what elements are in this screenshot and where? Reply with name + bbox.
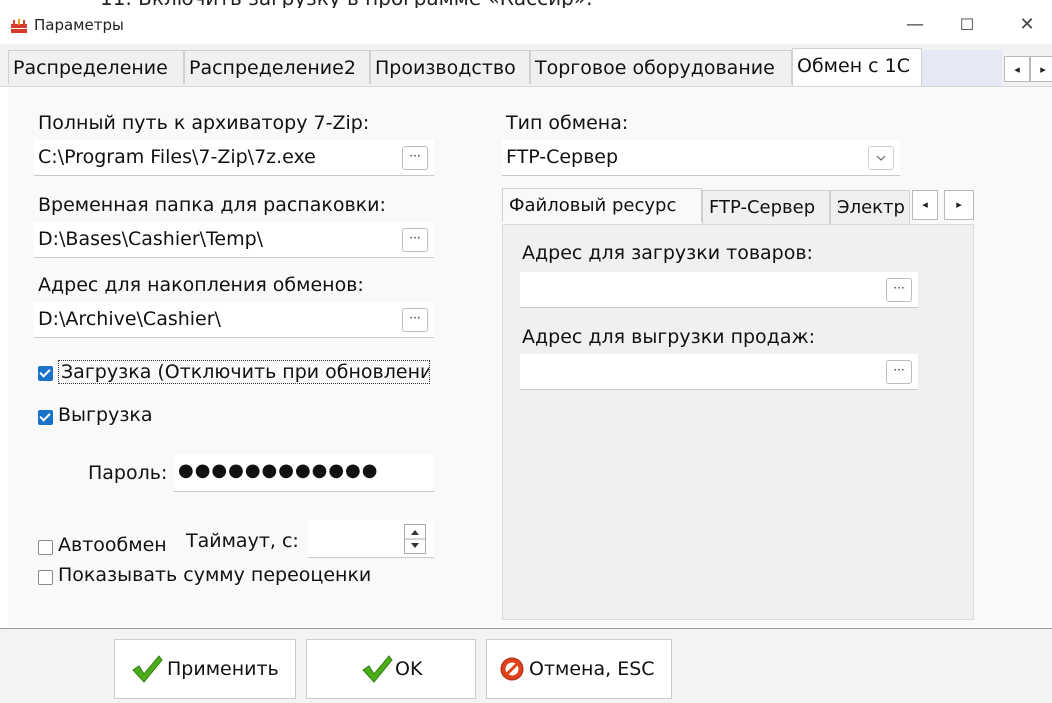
password-label: Пароль: <box>88 462 168 484</box>
archiver-path-value: C:\Program Files\7-Zip\7z.exe <box>38 146 316 168</box>
tab-scroll-right-icon[interactable]: ▸ <box>1030 56 1052 82</box>
sales-address-field[interactable]: ··· <box>520 354 918 390</box>
show-revaluation-checkbox[interactable] <box>38 570 53 585</box>
apply-button-label: Применить <box>167 658 279 680</box>
title-bar: Параметры — ☐ ✕ <box>0 8 1052 44</box>
unload-checkbox-label[interactable]: Выгрузка <box>58 404 153 426</box>
tab-bar-filler <box>922 50 1002 86</box>
timeout-spinner[interactable] <box>404 524 426 554</box>
cancel-button[interactable]: Отмена, ESC <box>486 639 672 699</box>
temp-folder-label: Временная папка для распаковки: <box>38 194 386 216</box>
archiver-browse-button[interactable]: ··· <box>402 146 428 170</box>
load-checkbox-label[interactable]: Загрузка (Отключить при обновлени <box>58 360 430 384</box>
green-check-icon <box>362 655 393 683</box>
exchange-type-label: Тип обмена: <box>506 112 629 134</box>
apply-button[interactable]: Применить <box>114 639 296 699</box>
tab-bar: Распределение Распределение2 Производств… <box>0 44 1052 87</box>
autoexchange-checkbox[interactable] <box>38 540 53 555</box>
tab-exchange-1c[interactable]: Обмен с 1С <box>792 48 922 86</box>
subtab-file-resource[interactable]: Файловый ресурс <box>502 188 702 222</box>
goods-address-field[interactable]: ··· <box>520 272 918 308</box>
tab-distribution2[interactable]: Распределение2 <box>184 50 370 84</box>
tab-production[interactable]: Производство <box>370 50 530 84</box>
button-bar: Применить OK Отмена, ESC <box>0 628 1052 703</box>
ok-button[interactable]: OK <box>306 639 476 699</box>
tab-distribution[interactable]: Распределение <box>8 50 184 84</box>
show-revaluation-label[interactable]: Показывать сумму переоценки <box>58 564 371 586</box>
exchange-type-dropdown-button[interactable] <box>868 146 894 170</box>
password-field[interactable]: ●●●●●●●●●●●● <box>174 454 434 492</box>
goods-address-label: Адрес для загрузки товаров: <box>522 242 813 264</box>
window-title: Параметры <box>34 16 124 34</box>
cancel-button-label: Отмена, ESC <box>529 658 655 680</box>
minimize-button[interactable]: — <box>892 10 938 40</box>
close-button[interactable]: ✕ <box>1004 10 1050 40</box>
chevron-down-icon <box>876 155 886 161</box>
archiver-path-label: Полный путь к архиватору 7-Zip: <box>38 112 370 134</box>
sales-browse-button[interactable]: ··· <box>886 360 912 384</box>
subtab-ftp-server[interactable]: FTP-Сервер <box>702 190 830 224</box>
green-check-icon <box>132 655 163 683</box>
autoexchange-label[interactable]: Автообмен <box>58 534 167 556</box>
temp-folder-field[interactable]: D:\Bases\Cashier\Temp\ ··· <box>34 222 434 258</box>
temp-browse-button[interactable]: ··· <box>402 228 428 252</box>
maximize-button[interactable]: ☐ <box>944 10 990 40</box>
password-value: ●●●●●●●●●●●● <box>178 460 379 481</box>
tab-trade-equipment[interactable]: Торговое оборудование <box>530 50 792 84</box>
temp-folder-value: D:\Bases\Cashier\Temp\ <box>38 228 264 250</box>
sales-address-label: Адрес для выгрузки продаж: <box>522 326 815 348</box>
exchange-type-value: FTP-Сервер <box>506 146 619 168</box>
goods-browse-button[interactable]: ··· <box>886 278 912 302</box>
tab-scroll-left-icon[interactable]: ◂ <box>1004 56 1030 82</box>
document-caption: 11. Включить загрузку в программе «Касси… <box>0 0 1052 10</box>
app-basket-icon <box>11 19 27 33</box>
unload-checkbox[interactable] <box>38 410 53 425</box>
load-checkbox[interactable] <box>38 366 53 381</box>
accumulation-address-field[interactable]: D:\Archive\Cashier\ ··· <box>34 302 434 338</box>
accumulation-address-value: D:\Archive\Cashier\ <box>38 308 221 330</box>
accumulation-address-label: Адрес для накопления обменов: <box>38 274 364 296</box>
accumulation-browse-button[interactable]: ··· <box>402 308 428 332</box>
ok-button-label: OK <box>395 658 423 680</box>
cancel-prohibited-icon <box>500 657 524 681</box>
timeout-label: Таймаут, с: <box>186 530 299 552</box>
spinner-arrows-icon <box>405 530 425 548</box>
exchange-type-select[interactable]: FTP-Сервер <box>502 140 900 176</box>
archiver-path-field[interactable]: C:\Program Files\7-Zip\7z.exe ··· <box>34 140 434 176</box>
subtab-scroll-left-icon[interactable]: ◂ <box>912 190 938 220</box>
subtab-scroll-right-icon[interactable]: ▸ <box>944 190 974 220</box>
subtab-electronic[interactable]: Электр <box>830 190 910 224</box>
